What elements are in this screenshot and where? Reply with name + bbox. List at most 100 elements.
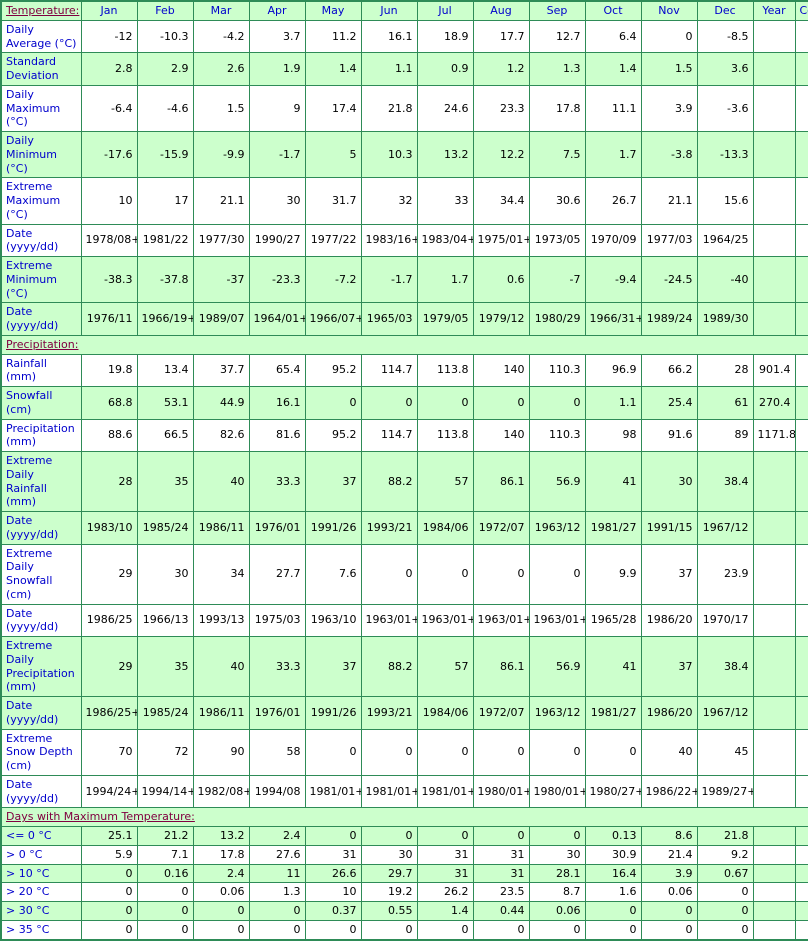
cell-snowfall-cm-nov: 25.4: [640, 386, 698, 420]
cell-daily-average-degc-oct: 6.4: [584, 19, 642, 54]
cell-extreme-minimum-degc-dec: -40: [696, 255, 754, 304]
cell-lte-0-degc-may: 0: [304, 826, 362, 846]
cell-gt-0-degc-apr: 27.6: [248, 844, 306, 865]
cell-extreme-maximum-degc-nov: 21.1: [640, 177, 698, 225]
cell-daily-minimum-degc-sep: 7.5: [528, 130, 586, 179]
cell-extreme-minimum-degc-code: [794, 255, 808, 304]
cell-daily-minimum-degc-feb: -15.9: [136, 130, 194, 179]
cell-extreme-maximum-degc-aug: 34.4: [472, 177, 530, 225]
table-row: Date (yyyy/dd) 1986/25+ 1985/24 1986/11 1976…: [0, 696, 808, 730]
cell-date-yyyy-dd-sep: 1963/12: [528, 511, 586, 545]
cell-gt-0-degc-sep: 30: [528, 844, 586, 865]
cell-rainfall-mm-feb: 13.4: [136, 353, 194, 387]
row-label-daily-minimum-degc: Daily Minimum (°C): [0, 130, 82, 179]
cell-daily-average-degc-mar: -4.2: [192, 19, 250, 54]
cell-snowfall-cm-jun: 0: [360, 386, 418, 420]
row-label-date-yyyy-dd: Date (yyyy/dd): [0, 603, 82, 637]
table-row: > 20 °C 0 0 0.06 1.3 10 19.2 26.2 23.5 8.7 1.6 0.06…: [0, 882, 808, 902]
column-header-jun: Jun: [360, 0, 418, 21]
cell-gt-30-degc-jan: 0: [80, 901, 138, 921]
cell-extreme-minimum-degc-apr: -23.3: [248, 255, 306, 304]
cell-date-yyyy-dd-feb: 1966/13: [136, 603, 194, 637]
cell-extreme-daily-snowfall-cm-year: [752, 543, 796, 605]
cell-extreme-snow-depth-cm-nov: 40: [640, 728, 698, 776]
cell-extreme-snow-depth-cm-jun: 0: [360, 728, 418, 776]
cell-date-yyyy-dd-jan: 1986/25+: [80, 696, 138, 730]
climate-data-table: Temperature: Jan Feb Mar Apr May Jun Jul Aug Sep O…: [0, 0, 808, 941]
cell-daily-average-degc-aug: 17.7: [472, 19, 530, 54]
cell-date-yyyy-dd-apr: 1976/01: [248, 696, 306, 730]
cell-date-yyyy-dd-jan: 1994/24+: [80, 774, 138, 809]
cell-gt-20-degc-apr: 1.3: [248, 882, 306, 902]
cell-gt-0-degc-aug: 31: [472, 844, 530, 865]
table-row: Daily Minimum (°C) -17.6 -15.9 -9.9 -1.7 5 10.…: [0, 130, 808, 179]
cell-date-yyyy-dd-sep: 1973/05: [528, 223, 586, 257]
cell-date-yyyy-dd-code: [794, 511, 808, 545]
row-label-precipitation-mm: Precipitation (mm): [0, 418, 82, 452]
cell-extreme-maximum-degc-apr: 30: [248, 177, 306, 225]
cell-extreme-daily-rainfall-mm-dec: 38.4: [696, 451, 754, 512]
cell-extreme-daily-snowfall-cm-apr: 27.7: [248, 543, 306, 605]
cell-daily-average-degc-jan: -12: [80, 19, 138, 54]
cell-extreme-snow-depth-cm-mar: 90: [192, 728, 250, 776]
cell-gt-0-degc-feb: 7.1: [136, 844, 194, 865]
cell-extreme-snow-depth-cm-year: [752, 728, 796, 776]
cell-daily-average-degc-feb: -10.3: [136, 19, 194, 54]
cell-snowfall-cm-mar: 44.9: [192, 386, 250, 420]
cell-daily-average-degc-may: 11.2: [304, 19, 362, 54]
cell-gt-30-degc-feb: 0: [136, 901, 194, 921]
cell-gt-20-degc-aug: 23.5: [472, 882, 530, 902]
cell-snowfall-cm-oct: 1.1: [584, 386, 642, 420]
cell-date-yyyy-dd-year: [752, 696, 796, 730]
row-label-standard-deviation: Standard Deviation: [0, 52, 82, 86]
cell-rainfall-mm-code: C: [794, 353, 808, 387]
cell-date-yyyy-dd-jul: 1963/01+: [416, 603, 474, 637]
cell-rainfall-mm-sep: 110.3: [528, 353, 586, 387]
cell-daily-maximum-degc-oct: 11.1: [584, 84, 642, 133]
cell-gt-20-degc-may: 10: [304, 882, 362, 902]
cell-gt-30-degc-aug: 0.44: [472, 901, 530, 921]
cell-extreme-snow-depth-cm-dec: 45: [696, 728, 754, 776]
cell-gt-10-degc-year: [752, 863, 796, 884]
cell-gt-20-degc-jul: 26.2: [416, 882, 474, 902]
cell-rainfall-mm-nov: 66.2: [640, 353, 698, 387]
cell-date-yyyy-dd-year: [752, 223, 796, 257]
cell-standard-deviation-may: 1.4: [304, 52, 362, 86]
cell-standard-deviation-dec: 3.6: [696, 52, 754, 86]
cell-date-yyyy-dd-jul: 1984/06: [416, 511, 474, 545]
cell-extreme-daily-precipitation-mm-dec: 38.4: [696, 636, 754, 697]
cell-gt-0-degc-may: 31: [304, 844, 362, 865]
cell-gt-35-degc-jul: 0: [416, 919, 474, 941]
cell-daily-maximum-degc-jun: 21.8: [360, 84, 418, 133]
cell-lte-0-degc-jun: 0: [360, 826, 418, 846]
cell-daily-maximum-degc-jul: 24.6: [416, 84, 474, 133]
cell-extreme-daily-snowfall-cm-nov: 37: [640, 543, 698, 605]
cell-date-yyyy-dd-sep: 1963/12: [528, 696, 586, 730]
row-label-extreme-daily-rainfall-mm: Extreme Daily Rainfall (mm): [0, 451, 82, 512]
cell-precipitation-mm-jul: 113.8: [416, 418, 474, 452]
table-row: Rainfall (mm) 19.8 13.4 37.7 65.4 95.2 114.7 11…: [0, 353, 808, 387]
cell-extreme-daily-rainfall-mm-jun: 88.2: [360, 451, 418, 512]
cell-extreme-maximum-degc-mar: 21.1: [192, 177, 250, 225]
cell-snowfall-cm-aug: 0: [472, 386, 530, 420]
row-label-lte-0-degc: <= 0 °C: [0, 826, 82, 846]
cell-gt-30-degc-oct: 0: [584, 901, 642, 921]
cell-gt-20-degc-dec: 0: [696, 882, 754, 902]
cell-lte-0-degc-nov: 8.6: [640, 826, 698, 846]
cell-extreme-minimum-degc-oct: -9.4: [584, 255, 642, 304]
cell-date-yyyy-dd-dec: 1967/12: [696, 696, 754, 730]
table-row: Snowfall (cm) 68.8 53.1 44.9 16.1 0 0 0 0 0 1.1 25.…: [0, 386, 808, 420]
cell-daily-minimum-degc-jan: -17.6: [80, 130, 138, 179]
cell-gt-30-degc-sep: 0.06: [528, 901, 586, 921]
cell-gt-20-degc-jun: 19.2: [360, 882, 418, 902]
cell-extreme-snow-depth-cm-jul: 0: [416, 728, 474, 776]
cell-gt-30-degc-year: [752, 901, 796, 921]
row-label-date-yyyy-dd: Date (yyyy/dd): [0, 302, 82, 336]
cell-extreme-daily-rainfall-mm-jul: 57: [416, 451, 474, 512]
cell-lte-0-degc-mar: 13.2: [192, 826, 250, 846]
cell-date-yyyy-dd-may: 1991/26: [304, 511, 362, 545]
cell-extreme-minimum-degc-jul: 1.7: [416, 255, 474, 304]
cell-date-yyyy-dd-dec: 1989/30: [696, 302, 754, 336]
table-row: > 10 °C 0 0.16 2.4 11 26.6 29.7 31 31 28.1 16.4 3.9…: [0, 863, 808, 884]
cell-extreme-minimum-degc-year: [752, 255, 796, 304]
